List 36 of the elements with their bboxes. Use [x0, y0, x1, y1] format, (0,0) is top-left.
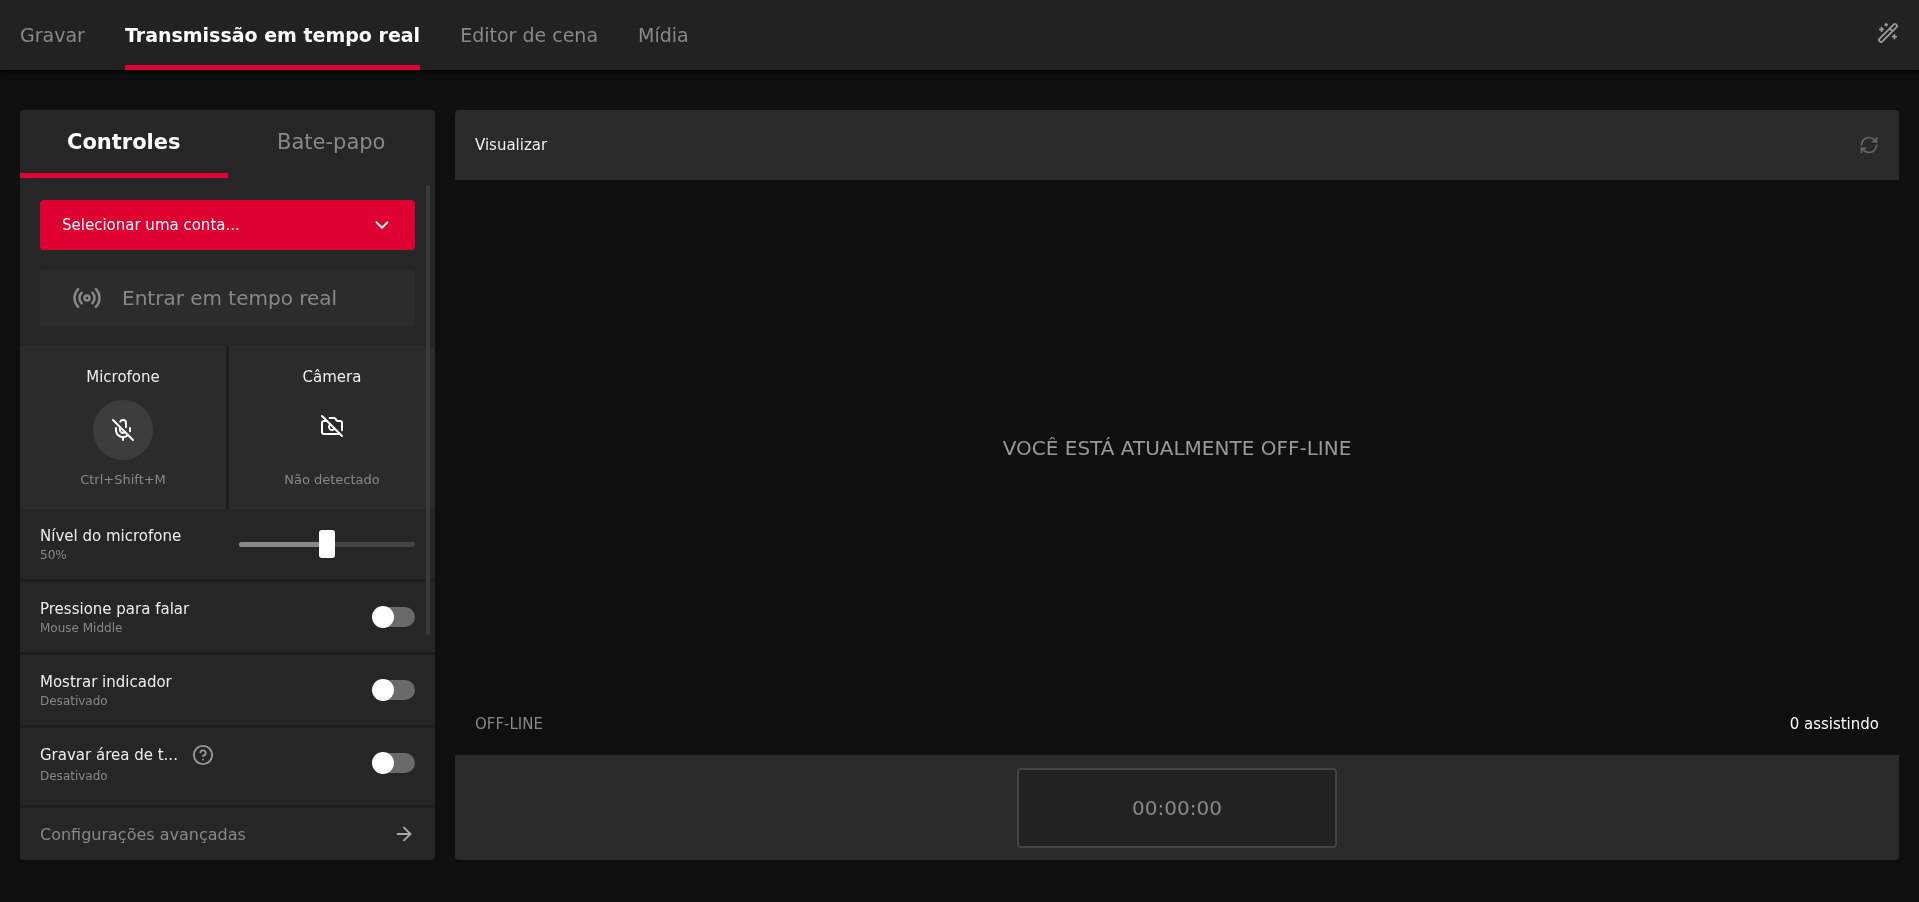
device-title: Câmera [302, 368, 362, 386]
toggle-switch[interactable] [373, 680, 415, 700]
setting-value: 50% [40, 547, 68, 562]
device-caption: Não detectado [284, 472, 380, 487]
mic-off-icon [111, 418, 135, 442]
toggle-switch[interactable] [373, 607, 415, 627]
panel-tab[interactable]: Bate-papo [227, 110, 435, 178]
setting-value: Desativado [40, 693, 109, 708]
mic-level-slider[interactable] [239, 530, 415, 558]
nav-tab[interactable]: Gravar [20, 0, 85, 70]
camera-off-icon [320, 414, 344, 438]
nav-tab[interactable]: Transmissão em tempo real [124, 0, 421, 70]
setting-label: Mostrar indicador [40, 672, 172, 691]
nav-tab[interactable]: Editor de cena [460, 0, 599, 70]
device-title: Microfone [86, 368, 160, 386]
account-dropdown-value: Selecionar uma conta... [62, 216, 240, 234]
refresh-icon[interactable] [1859, 135, 1879, 155]
magic-wand-icon[interactable] [1877, 22, 1899, 44]
stream-timer: 00:00:00 [1017, 767, 1337, 848]
preview-title: Visualizar [475, 136, 548, 154]
device-caption: Ctrl+Shift+M [80, 472, 166, 487]
viewer-count: 0 assistindo [1789, 715, 1879, 733]
setting-value: Desativado [40, 768, 109, 783]
panel-tab[interactable]: Controles [20, 110, 228, 178]
setting-label: Nível do microfone [40, 526, 182, 545]
account-dropdown[interactable]: Selecionar uma conta... [40, 200, 415, 250]
setting-value: Mouse Middle [40, 620, 124, 635]
offline-message: VOCÊ ESTÁ ATUALMENTE OFF-LINE [1002, 435, 1352, 460]
slider-thumb[interactable] [319, 530, 335, 558]
help-icon[interactable] [191, 743, 214, 766]
advanced-settings-link[interactable]: Configurações avançadas [40, 824, 246, 844]
toggle-switch[interactable] [373, 753, 415, 773]
nav-tab[interactable]: Mídia [638, 0, 689, 70]
setting-label: Pressione para falar [40, 599, 190, 618]
stream-status: OFF-LINE [475, 715, 543, 733]
setting-label: Gravar área de t... [40, 745, 178, 764]
